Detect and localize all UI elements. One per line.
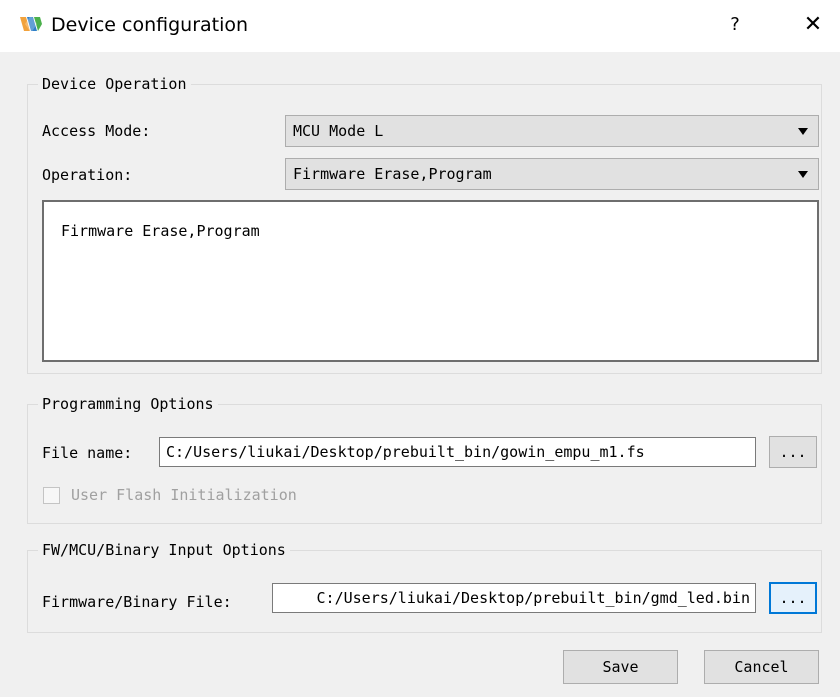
access-mode-label: Access Mode: bbox=[42, 122, 151, 140]
gowin-logo-icon bbox=[20, 15, 42, 33]
file-name-value: C:/Users/liukai/Desktop/prebuilt_bin/gow… bbox=[166, 443, 645, 461]
file-name-input[interactable]: C:/Users/liukai/Desktop/prebuilt_bin/gow… bbox=[159, 437, 756, 467]
firmware-file-input[interactable]: C:/Users/liukai/Desktop/prebuilt_bin/gmd… bbox=[272, 583, 756, 613]
user-flash-label: User Flash Initialization bbox=[71, 486, 297, 504]
device-operation-legend: Device Operation bbox=[38, 74, 191, 94]
help-button[interactable]: ? bbox=[720, 10, 750, 40]
file-name-label: File name: bbox=[42, 444, 133, 462]
file-name-browse-button[interactable]: ... bbox=[769, 436, 817, 468]
firmware-file-value: C:/Users/liukai/Desktop/prebuilt_bin/gmd… bbox=[316, 589, 750, 607]
chevron-down-icon bbox=[798, 171, 808, 178]
save-button[interactable]: Save bbox=[563, 650, 678, 684]
title-bar: Device configuration ? ✕ bbox=[0, 0, 840, 52]
access-mode-value: MCU Mode L bbox=[293, 122, 384, 140]
cancel-button[interactable]: Cancel bbox=[704, 650, 819, 684]
firmware-file-label: Firmware/Binary File: bbox=[42, 593, 232, 611]
programming-options-legend: Programming Options bbox=[38, 394, 218, 414]
firmware-file-browse-button[interactable]: ... bbox=[769, 582, 817, 614]
operation-value: Firmware Erase,Program bbox=[293, 165, 492, 183]
close-button[interactable]: ✕ bbox=[798, 10, 828, 40]
input-options-legend: FW/MCU/Binary Input Options bbox=[38, 540, 290, 560]
user-flash-checkbox[interactable] bbox=[43, 487, 60, 504]
access-mode-select[interactable]: MCU Mode L bbox=[285, 115, 819, 147]
window-title: Device configuration bbox=[51, 14, 249, 36]
operation-description-text: Firmware Erase,Program bbox=[61, 222, 260, 240]
operation-select[interactable]: Firmware Erase,Program bbox=[285, 158, 819, 190]
operation-description-box[interactable]: Firmware Erase,Program bbox=[42, 200, 819, 362]
chevron-down-icon bbox=[798, 128, 808, 135]
operation-label: Operation: bbox=[42, 166, 133, 184]
